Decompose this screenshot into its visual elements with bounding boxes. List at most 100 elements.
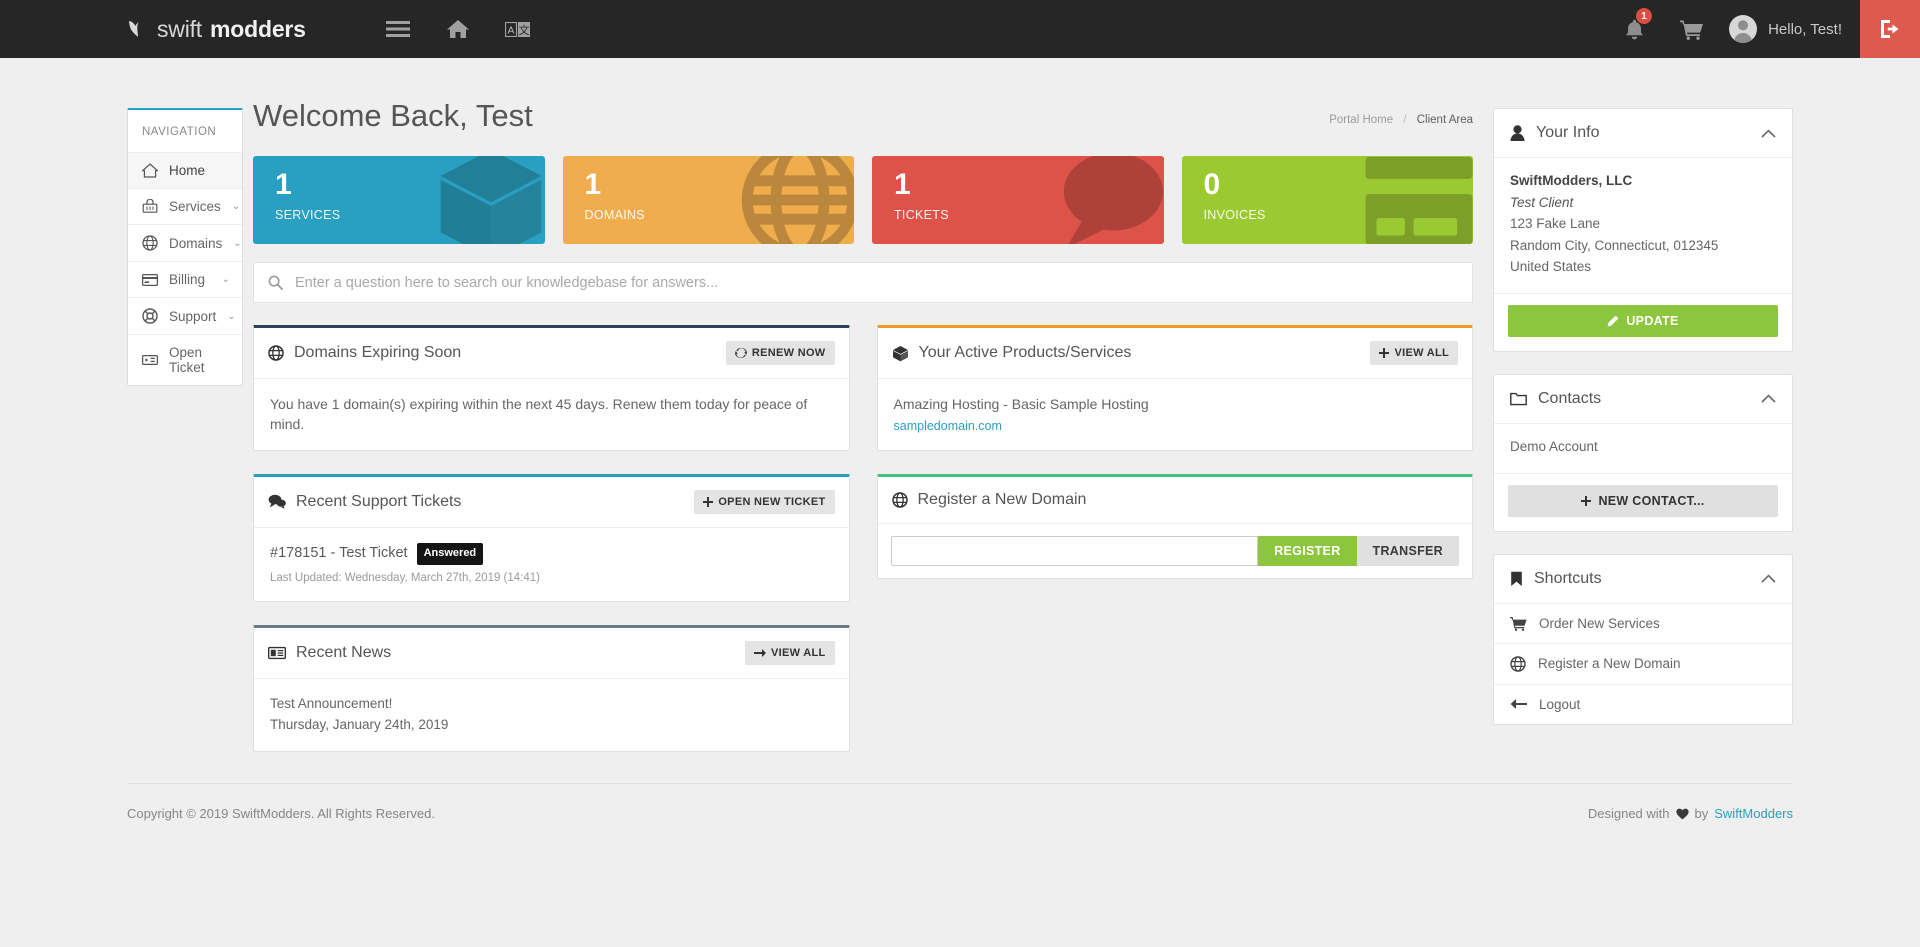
home-icon[interactable] [428,0,488,58]
page-header-row: Welcome Back, Test Portal Home / Client … [253,98,1473,134]
your-info-panel: Your Info SwiftModders, LLC Test Client … [1493,108,1793,352]
renew-now-button[interactable]: RENEW NOW [725,341,835,365]
sidebar-item-billing[interactable]: Billing ⌄ [128,261,242,297]
plus-icon [1379,348,1390,358]
ticket-row[interactable]: #178151 - Test Ticket Answered Last Upda… [270,542,833,587]
knowledgebase-search-bar[interactable] [253,262,1473,303]
address-line-2: Random City, Connecticut, 012345 [1510,237,1719,253]
panel-title: Your Info [1536,124,1600,141]
shortcut-order-new-services[interactable]: Order New Services [1494,602,1792,643]
svg-text:文: 文 [518,23,529,37]
logout-button[interactable] [1860,0,1920,58]
update-button[interactable]: UPDATE [1508,304,1778,337]
panel-body: #178151 - Test Ticket Answered Last Upda… [254,528,849,602]
brand-name-bold: modders [210,15,306,42]
refresh-icon [734,347,747,359]
contacts-header[interactable]: Contacts [1494,375,1792,423]
sidebar-item-services[interactable]: Services ⌄ [128,188,242,224]
chevron-up-icon[interactable] [1761,394,1776,404]
stat-box-tickets[interactable]: 1 TICKETS [872,156,1164,244]
arrow-left-icon [1510,698,1527,710]
chevron-up-icon[interactable] [1761,128,1776,138]
button-label: NEW CONTACT... [1598,493,1705,508]
shortcuts-header[interactable]: Shortcuts [1494,555,1792,603]
designer-link[interactable]: SwiftModders [1714,806,1793,821]
plus-icon [703,496,714,507]
notifications-button[interactable]: 1 [1605,0,1663,58]
shortcut-register-new-domain[interactable]: Register a New Domain [1494,642,1792,684]
panel-title: Domains Expiring Soon [294,344,462,361]
page-title: Welcome Back, Test [253,98,533,133]
designed-prefix: Designed with [1587,806,1670,822]
main-column: Welcome Back, Test Portal Home / Client … [253,58,1473,775]
transfer-button[interactable]: TRANSFER [1356,536,1459,567]
chevron-down-icon: ⌄ [221,274,230,285]
hamburger-menu-icon[interactable] [368,0,428,58]
copyright-text: Copyright © 2019 SwiftModders. All Right… [127,806,435,822]
shortcut-label: Register a New Domain [1538,656,1681,672]
breadcrumb-home[interactable]: Portal Home [1329,114,1393,126]
user-icon [1510,125,1525,141]
open-new-ticket-button[interactable]: OPEN NEW TICKET [694,489,835,514]
contact-item[interactable]: Demo Account [1510,436,1776,458]
dashboard-panel-columns: Domains Expiring Soon RENEW NOW You have… [253,325,1473,775]
cube-icon [892,345,909,362]
chevron-down-icon: ⌄ [227,310,236,322]
domain-register-form: REGISTER TRANSFER [878,524,1473,578]
panel-title: Shortcuts [1534,569,1602,587]
your-info-footer: UPDATE [1494,292,1792,351]
sidebar-item-open-ticket[interactable]: Open Ticket [128,334,242,385]
products-view-all-button[interactable]: VIEW ALL [1370,341,1458,365]
sidebar-item-support[interactable]: Support ⌄ [128,297,242,334]
sidebar-item-label: Open Ticket [169,345,205,375]
stat-box-invoices[interactable]: 0 INVOICES [1181,156,1473,244]
leaf-logo-icon [127,18,149,40]
domain-search-input[interactable] [890,536,1259,567]
sidebar-item-domains[interactable]: Domains ⌄ [128,224,242,261]
register-button[interactable]: REGISTER [1258,536,1357,567]
register-domain-panel: Register a New Domain REGISTER TRANSFER [876,474,1473,580]
your-info-header[interactable]: Your Info [1494,109,1792,157]
ticket-last-updated: Last Updated: Wednesday, March 27th, 201… [270,571,540,584]
active-products-panel: Your Active Products/Services VIEW ALL A… [876,325,1473,452]
globe-icon [1510,655,1526,672]
home-icon [142,163,158,178]
news-date: Thursday, January 24th, 2019 [270,717,449,733]
panel-column-left: Domains Expiring Soon RENEW NOW You have… [253,325,850,775]
panel-body: Test Announcement! Thursday, January 24t… [254,679,849,751]
navbar-right-group: 1 Hello, Test! [1605,0,1920,58]
stat-box-domains[interactable]: 1 DOMAINS [562,156,854,244]
button-label: VIEW ALL [1394,347,1449,359]
brand-logo[interactable]: swift modders [127,16,306,43]
search-input[interactable] [295,274,1458,291]
arrow-right-icon [753,648,766,658]
search-icon [268,275,283,290]
product-row: Amazing Hosting - Basic Sample Hosting s… [894,394,1457,435]
recent-news-panel: Recent News VIEW ALL Test Announcement! … [253,625,850,753]
country: United States [1510,259,1592,275]
shopping-cart-button[interactable] [1663,0,1721,58]
panel-title: Your Active Products/Services [918,344,1132,361]
stat-box-services[interactable]: 1 SERVICES [253,156,545,244]
news-view-all-button[interactable]: VIEW ALL [744,641,835,666]
notification-count-badge: 1 [1636,8,1653,24]
speech-bubble-icon [1052,156,1164,244]
shortcut-logout[interactable]: Logout [1494,683,1792,724]
sidebar-item-label: Domains [169,235,223,251]
product-domain-link[interactable]: sampledomain.com [894,417,1457,435]
user-menu[interactable]: Hello, Test! [1721,15,1860,43]
panel-title: Recent News [296,644,392,662]
globe-icon [740,156,854,244]
news-headline[interactable]: Test Announcement! [270,694,833,715]
sidebar-item-home[interactable]: Home [128,152,242,188]
navigation-heading: NAVIGATION [142,126,217,138]
designed-by-block: Designed with by SwiftModders [1588,806,1793,821]
bookmark-icon [1510,571,1523,587]
chevron-up-icon[interactable] [1761,574,1776,583]
ticket-title-row: #178151 - Test Ticket Answered [270,542,833,565]
new-contact-button[interactable]: NEW CONTACT... [1508,484,1778,517]
chevron-down-icon: ⌄ [231,201,241,212]
language-translate-icon[interactable]: A 文 [488,0,548,58]
page-container: NAVIGATION Home Services ⌄ Domains ⌄ Bil… [0,58,1920,775]
your-info-body: SwiftModders, LLC Test Client 123 Fake L… [1494,157,1792,293]
